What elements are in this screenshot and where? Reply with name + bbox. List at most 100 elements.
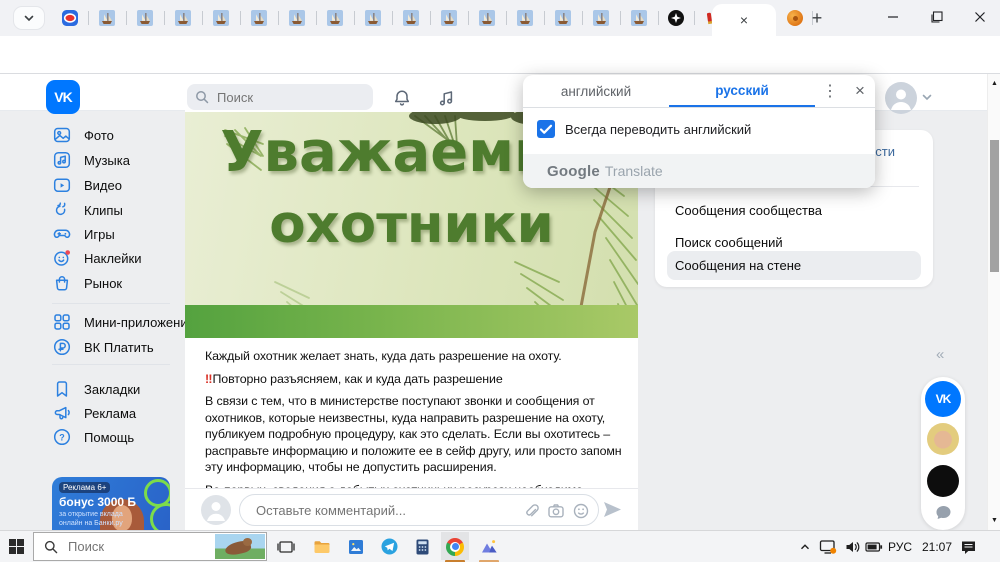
wall-menu-item-1[interactable]: Сообщения сообщества xyxy=(667,196,921,225)
vk-search-input[interactable] xyxy=(215,89,349,106)
ship-favicon xyxy=(631,10,647,26)
sidebar-item-video[interactable]: Видео xyxy=(52,173,182,197)
tab-ship-3[interactable] xyxy=(164,5,202,31)
sidebar-item-help[interactable]: ?Помощь xyxy=(52,425,182,449)
language-indicator[interactable]: РУС xyxy=(888,531,912,562)
action-center-button[interactable] xyxy=(955,531,981,562)
start-button[interactable] xyxy=(0,531,33,562)
tab-ship-15[interactable] xyxy=(620,5,658,31)
chrome-button[interactable] xyxy=(441,531,469,562)
file-explorer-button[interactable] xyxy=(308,531,336,562)
camera-icon[interactable] xyxy=(547,502,565,520)
wall-menu-item-3[interactable]: Сообщения на стене xyxy=(667,251,921,280)
vk-search[interactable] xyxy=(187,84,373,110)
speech-bubble-icon[interactable] xyxy=(935,505,952,521)
tab-ship-4[interactable] xyxy=(202,5,240,31)
taskbar-search[interactable] xyxy=(33,532,267,561)
tab-media[interactable] xyxy=(52,5,88,31)
sidebar-item-ads[interactable]: Реклама xyxy=(52,401,182,425)
scroll-down-arrow[interactable]: ▼ xyxy=(988,517,1000,524)
tab-ship-9[interactable] xyxy=(392,5,430,31)
hero-title-line2: охотники xyxy=(185,194,638,255)
tab-ship-5[interactable] xyxy=(240,5,278,31)
dock-vk-logo[interactable]: VK xyxy=(925,381,961,417)
tab-ship-12[interactable] xyxy=(506,5,544,31)
window-maximize-button[interactable] xyxy=(915,0,959,34)
clock[interactable]: 21:07 xyxy=(922,531,952,562)
sidebar-item-label: Реклама xyxy=(84,406,136,421)
sidebar-item-vkpay[interactable]: ВК Платить xyxy=(52,335,182,359)
ad-banner[interactable]: Реклама 6+ бонус 3000 Б за открытие вкла… xyxy=(52,477,170,530)
taskbar-search-input[interactable] xyxy=(66,538,190,555)
popup-kebab-icon[interactable]: ⋮ xyxy=(815,75,845,107)
sidebar-item-clips[interactable]: Клипы xyxy=(52,198,182,222)
photos-app-button[interactable] xyxy=(342,531,370,562)
ship-favicon xyxy=(479,10,495,26)
active-tab[interactable]: × xyxy=(712,4,776,36)
checkbox-checked-icon[interactable] xyxy=(537,120,555,138)
sparkle-favicon xyxy=(668,10,684,26)
otter-graphic xyxy=(243,538,252,546)
sidebar-item-bookmarks[interactable]: Закладки xyxy=(52,377,182,401)
sidebar-item-music[interactable]: Музыка xyxy=(52,148,182,172)
send-icon[interactable] xyxy=(603,501,622,518)
scroll-thumb[interactable] xyxy=(990,140,999,272)
task-view-button[interactable] xyxy=(272,531,300,562)
ship-favicon xyxy=(365,10,381,26)
tab-ship-10[interactable] xyxy=(430,5,468,31)
bell-icon[interactable] xyxy=(392,88,412,108)
sidebar-item-miniapps[interactable]: Мини-приложения xyxy=(52,310,182,334)
tab-ship-13[interactable] xyxy=(544,5,582,31)
calculator-button[interactable] xyxy=(408,531,436,562)
tab-close-icon[interactable]: × xyxy=(740,12,748,28)
chevron-down-icon[interactable] xyxy=(921,91,933,103)
tab-ship-14[interactable] xyxy=(582,5,620,31)
vk-profile-avatar[interactable] xyxy=(885,82,917,114)
window-minimize-button[interactable] xyxy=(871,0,915,34)
comment-input[interactable] xyxy=(254,502,488,519)
ad-subtitle: за открытие вкладаонлайн на Банки.ру xyxy=(59,510,123,528)
tab-ship-1[interactable] xyxy=(88,5,126,31)
sidebar-item-stickers[interactable]: Наклейки xyxy=(52,246,182,270)
ship-favicon xyxy=(593,10,609,26)
telegram-button[interactable] xyxy=(375,531,403,562)
post-line: Каждый охотник желает знать, куда дать р… xyxy=(205,348,621,365)
tray-expand-button[interactable] xyxy=(795,531,815,562)
sidebar-item-market[interactable]: Рынок xyxy=(52,271,182,295)
paperclip-icon[interactable] xyxy=(522,502,540,520)
collapse-chevrons-icon[interactable]: « xyxy=(936,346,944,363)
sidebar-item-photos[interactable]: Фото xyxy=(52,123,182,147)
music-note-icon[interactable] xyxy=(437,88,457,108)
volume-button[interactable] xyxy=(842,531,864,562)
tab-english[interactable]: английский xyxy=(523,75,669,107)
tab-ship-6[interactable] xyxy=(278,5,316,31)
search-daily-image[interactable] xyxy=(215,534,265,559)
page-scrollbar[interactable]: ▲ ▼ xyxy=(987,74,1000,530)
battery-button[interactable] xyxy=(862,531,886,562)
smiley-icon[interactable] xyxy=(572,502,590,520)
new-tab-button[interactable]: + xyxy=(804,7,830,29)
dock-avatar-1[interactable] xyxy=(927,423,959,455)
user-avatar-placeholder xyxy=(201,495,231,525)
chrome-icon xyxy=(446,538,464,556)
window-close-button[interactable] xyxy=(959,0,1000,34)
dock-avatar-2[interactable] xyxy=(927,465,959,497)
partial-link[interactable]: сти xyxy=(875,144,895,159)
always-translate-row[interactable]: Всегда переводить английский xyxy=(537,120,751,138)
scroll-up-arrow[interactable]: ▲ xyxy=(988,80,1000,87)
sidebar-item-games[interactable]: Игры xyxy=(52,222,182,246)
vk-logo[interactable]: VK xyxy=(46,80,80,114)
popup-close-icon[interactable]: × xyxy=(845,75,875,107)
tab-ship-2[interactable] xyxy=(126,5,164,31)
tray-display-button[interactable] xyxy=(816,531,840,562)
tab-search-button[interactable] xyxy=(14,7,44,29)
comment-input-pill[interactable] xyxy=(239,494,599,526)
tab-ship-11[interactable] xyxy=(468,5,506,31)
mountains-app-button[interactable] xyxy=(475,531,503,562)
tab-sparkle[interactable] xyxy=(658,5,694,31)
tab-russian[interactable]: русский xyxy=(669,75,815,107)
tab-ship-7[interactable] xyxy=(316,5,354,31)
post-line: публикуем подробную процедуру, как это с… xyxy=(205,426,621,443)
tab-search-chevron-icon xyxy=(23,12,35,24)
tab-ship-8[interactable] xyxy=(354,5,392,31)
